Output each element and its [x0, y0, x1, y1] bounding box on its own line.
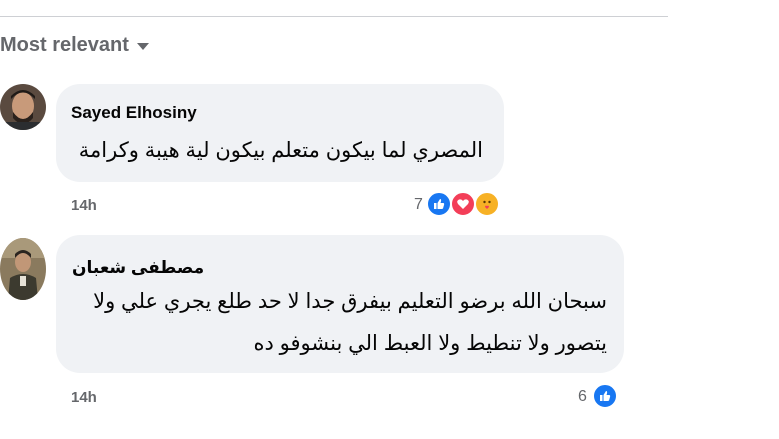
- sort-dropdown[interactable]: Most relevant: [0, 33, 149, 57]
- top-divider: [0, 16, 668, 17]
- avatar[interactable]: [0, 238, 46, 300]
- avatar-photo: [0, 84, 46, 130]
- reaction-count[interactable]: 7: [414, 196, 423, 214]
- comment-text: المصري لما بيكون متعلم بيكون لية هيبة وك…: [78, 139, 483, 162]
- comment-text-line: يتصور ولا تنطيط ولا العبط الي بنشوفو ده: [253, 332, 607, 355]
- like-icon: [426, 191, 452, 217]
- reaction-count[interactable]: 6: [578, 388, 587, 406]
- avatar[interactable]: [0, 84, 46, 130]
- avatar-photo: [0, 238, 46, 300]
- caret-down-icon: [136, 43, 149, 50]
- comment-bubble: [56, 84, 504, 182]
- comment-author[interactable]: مصطفى شعبان: [72, 258, 204, 278]
- right-blank-area: [668, 0, 779, 439]
- comment-time[interactable]: 14h: [71, 197, 97, 214]
- sort-label: Most relevant: [0, 33, 129, 56]
- care-icon: [474, 191, 500, 217]
- love-icon: [450, 191, 476, 217]
- like-icon: [592, 383, 618, 409]
- comment-author[interactable]: Sayed Elhosiny: [71, 103, 197, 123]
- comment-text-line: سبحان الله برضو التعليم بيفرق جدا لا حد …: [93, 290, 607, 313]
- comment-time[interactable]: 14h: [71, 389, 97, 406]
